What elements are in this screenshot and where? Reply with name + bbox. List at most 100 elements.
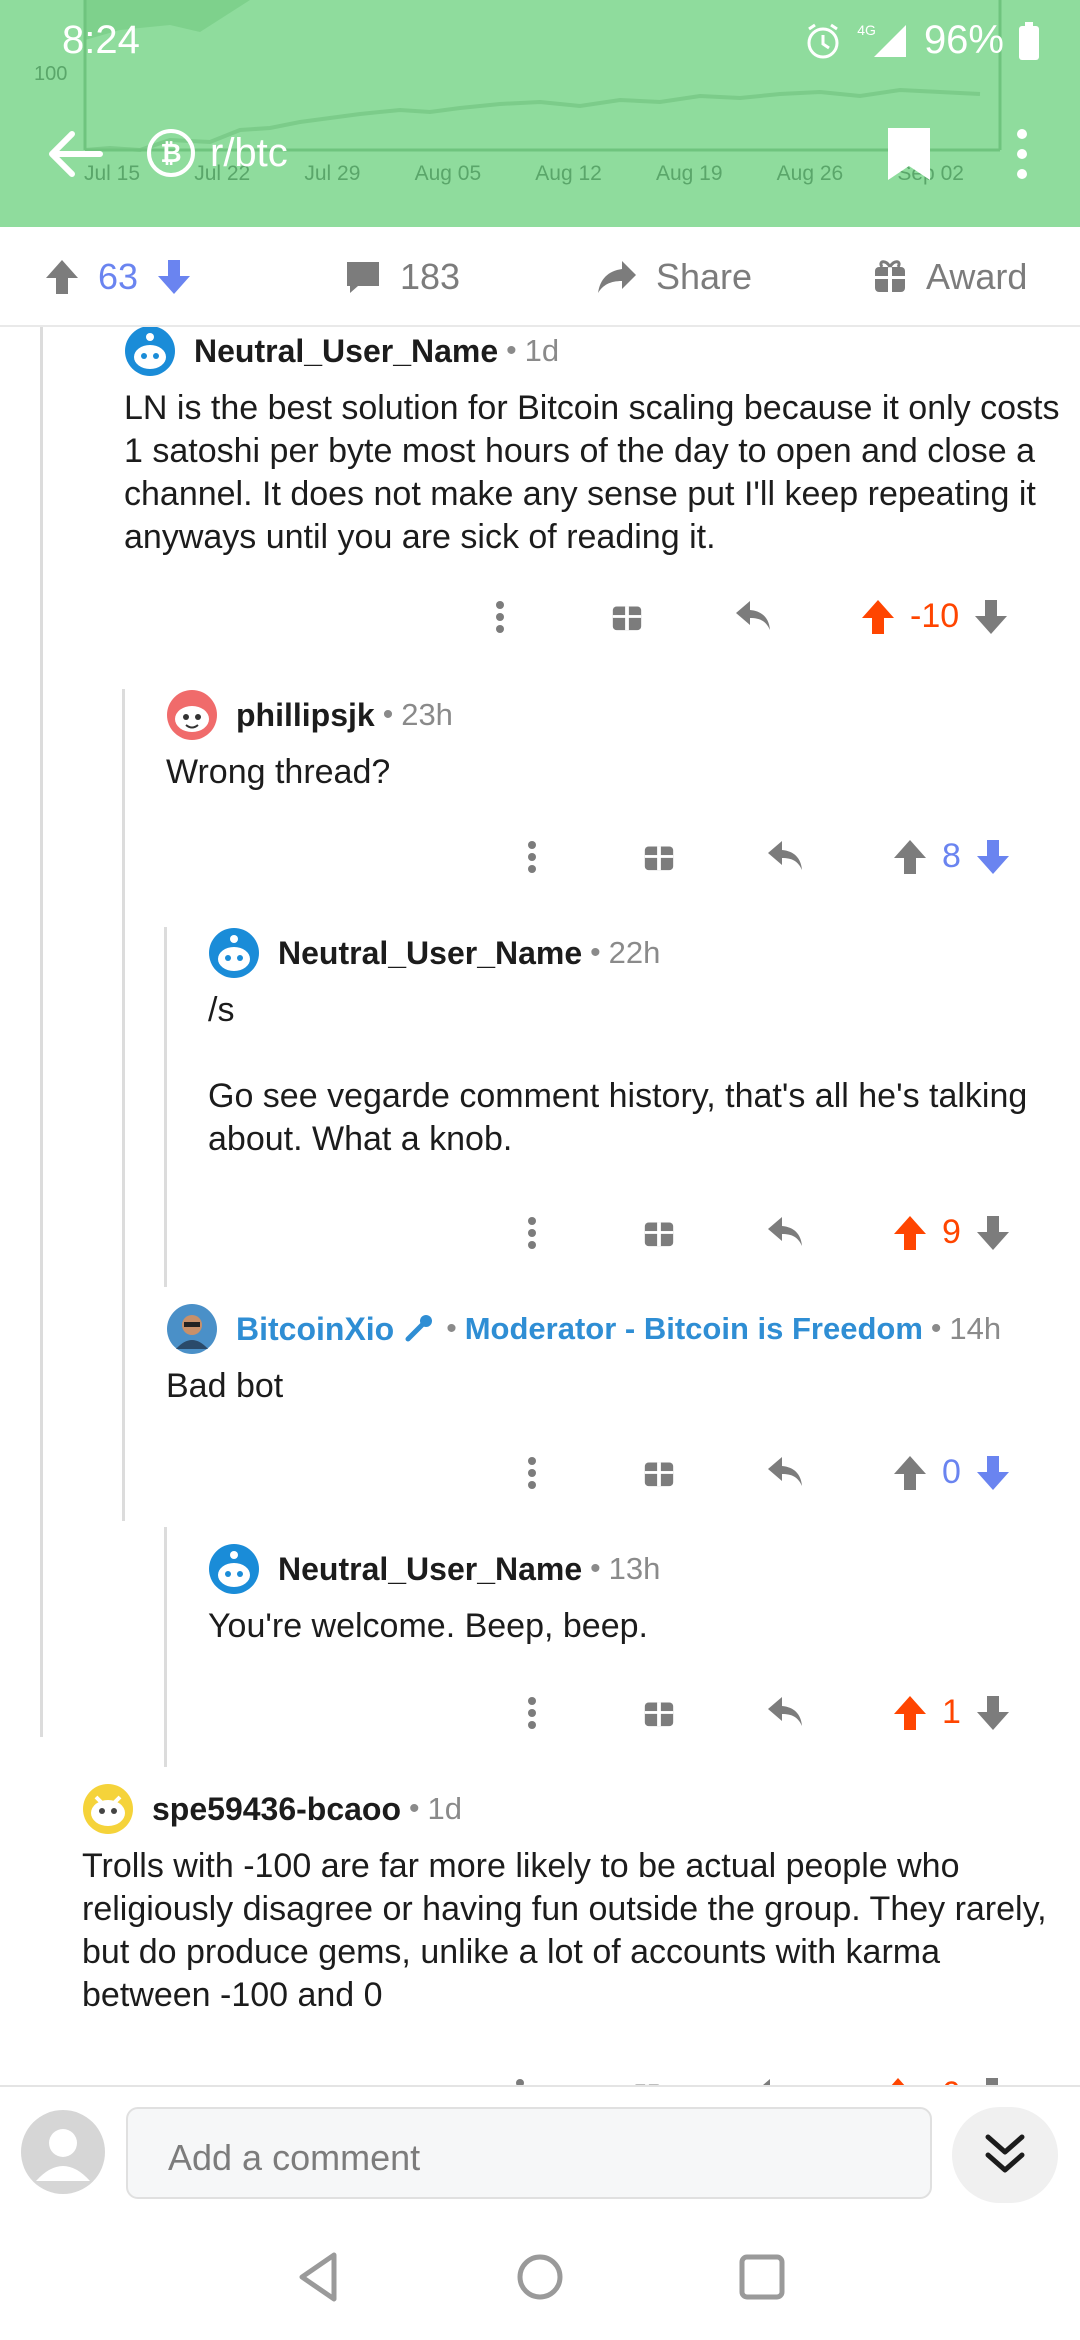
upvote-icon[interactable] (892, 1694, 928, 1732)
avatar[interactable] (82, 1783, 134, 1835)
thread-line (164, 927, 167, 1287)
reply-icon[interactable] (766, 1695, 806, 1729)
battery-percent: 96% (923, 18, 1004, 62)
gift-icon (875, 260, 905, 292)
thread-line (164, 1527, 167, 1767)
separator-dot: • (382, 698, 394, 731)
comment-header: Neutral_User_Name • 22h (208, 927, 1048, 979)
comment-icon (347, 262, 379, 293)
x-tick: Aug 26 (776, 162, 844, 185)
nav-home-icon[interactable] (510, 2247, 570, 2307)
comment-header: spe59436-bcaoo • 1d (82, 1783, 1062, 1835)
comment-bar: Add a comment (0, 2085, 1080, 2215)
award-label: Award (926, 256, 1028, 297)
gift-icon[interactable] (610, 599, 644, 633)
nav-recents-icon[interactable] (732, 2247, 792, 2307)
app-root: { "status": {"time": "8:24", "network": … (0, 0, 1080, 2340)
share-icon (598, 261, 636, 293)
award-button[interactable]: Award (872, 227, 1027, 327)
comment: Neutral_User_Name • 22h /s Go see vegard… (208, 927, 1048, 1161)
username[interactable]: Neutral_User_Name (194, 333, 498, 370)
gift-icon[interactable] (642, 1215, 676, 1249)
avatar[interactable] (166, 1303, 218, 1355)
comment: Neutral_User_Name • 13h You're welcome. … (208, 1543, 1048, 1648)
bookmark-icon[interactable] (884, 124, 934, 184)
downvote-icon[interactable] (973, 598, 1009, 636)
vote-group: 9 (892, 1213, 1011, 1252)
comment: Neutral_User_Name • 1d LN is the best so… (124, 327, 1064, 559)
gift-icon[interactable] (642, 1455, 676, 1489)
comment-actions: 1 (502, 1683, 1062, 1743)
comment-body: Bad bot (166, 1367, 284, 1405)
upvote-icon[interactable] (892, 1214, 928, 1252)
bitcoin-icon: ₿ (147, 129, 195, 177)
vote-group: 1 (892, 1693, 1011, 1732)
gift-icon[interactable] (642, 1695, 676, 1729)
comment-count: 183 (400, 256, 461, 297)
upvote-icon[interactable] (860, 598, 896, 636)
comment-header: Neutral_User_Name • 13h (208, 1543, 1048, 1595)
moderator-shield-icon (405, 1315, 433, 1342)
subreddit-name[interactable]: r/btc (210, 131, 288, 176)
username[interactable]: spe59436-bcaoo (152, 1791, 401, 1828)
back-arrow-icon[interactable] (44, 126, 104, 182)
reply-icon[interactable] (734, 599, 774, 633)
comment-header: phillipsjk • 23h (166, 689, 1046, 741)
vote-group: 8 (892, 837, 1011, 876)
avatar[interactable] (166, 689, 218, 741)
more-options-icon[interactable] (522, 1203, 542, 1263)
upvote-icon[interactable] (892, 1454, 928, 1492)
avatar[interactable] (124, 327, 176, 377)
comment-actions: -6 (490, 2065, 1050, 2087)
comment-age: 22h (608, 935, 661, 970)
downvote-icon[interactable] (975, 1694, 1011, 1732)
share-button[interactable]: Share (596, 227, 752, 327)
username[interactable]: phillipsjk (236, 697, 375, 734)
comment-score: 8 (942, 837, 961, 875)
avatar[interactable] (208, 1543, 260, 1595)
thread-line (122, 689, 125, 1521)
comment: spe59436-bcaoo • 1d Trolls with -100 are… (82, 1783, 1062, 2017)
username[interactable]: Neutral_User_Name (278, 935, 582, 972)
upvote-icon[interactable] (892, 838, 928, 876)
reply-icon[interactable] (766, 1455, 806, 1489)
nav-back-icon[interactable] (290, 2247, 350, 2307)
vote-group: -10 (860, 597, 1009, 636)
jump-to-next-button[interactable] (952, 2107, 1058, 2203)
reply-icon[interactable] (766, 839, 806, 873)
downvote-icon[interactable] (975, 1454, 1011, 1492)
comments-button[interactable]: 183 (344, 227, 460, 327)
separator-dot: • (409, 1792, 420, 1825)
username[interactable]: BitcoinXio (236, 1311, 394, 1348)
user-flair: Moderator - Bitcoin is Freedom (464, 1311, 923, 1346)
separator-dot: • (506, 334, 517, 367)
battery-icon (1019, 21, 1039, 60)
separator-dot: • (930, 1312, 942, 1345)
header: 100 Jul 15 Jul 22 Jul 29 Aug 05 Aug 12 A… (0, 0, 1080, 227)
upvote-icon[interactable] (44, 258, 80, 296)
avatar[interactable] (208, 927, 260, 979)
more-options-icon[interactable] (1004, 124, 1040, 184)
downvote-icon[interactable] (975, 1214, 1011, 1252)
post-vote: 63 (44, 227, 192, 327)
more-options-icon[interactable] (490, 587, 510, 647)
add-comment-input[interactable]: Add a comment (126, 2107, 932, 2199)
svg-text:₿: ₿ (160, 138, 181, 168)
comment-body: Wrong thread? (166, 753, 391, 791)
comment-actions: 8 (502, 827, 1062, 887)
user-avatar[interactable] (20, 2109, 106, 2195)
comment-age: 1d (524, 333, 560, 368)
more-options-icon[interactable] (522, 827, 542, 887)
more-options-icon[interactable] (510, 2065, 530, 2087)
reply-icon[interactable] (766, 1215, 806, 1249)
more-options-icon[interactable] (522, 1443, 542, 1503)
status-icons: 4G 96% (803, 18, 1040, 63)
downvote-icon[interactable] (975, 838, 1011, 876)
username[interactable]: Neutral_User_Name (278, 1551, 582, 1588)
downvote-icon[interactable] (156, 258, 192, 296)
gift-icon[interactable] (642, 839, 676, 873)
more-options-icon[interactable] (522, 1683, 542, 1743)
comment-age: 23h (401, 697, 453, 732)
comment-body: Trolls with -100 are far more likely to … (82, 1847, 1056, 2014)
comment-score: 9 (942, 1213, 961, 1251)
